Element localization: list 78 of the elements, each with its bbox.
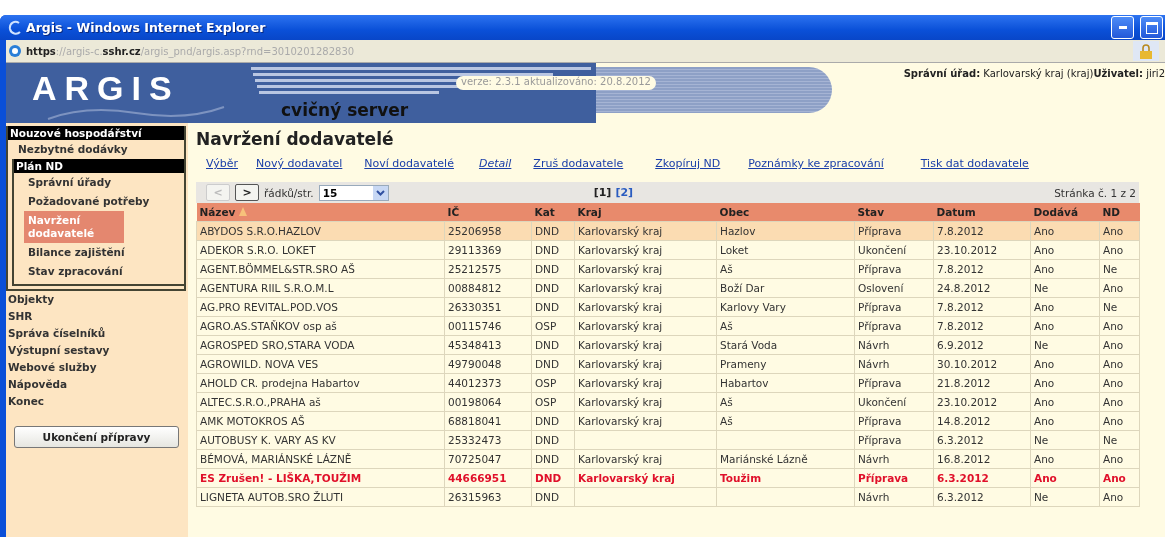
table-row[interactable]: AUTOBUSY K. VARY AS KV 25332473 DND Příprava 6.3.2012 Ne Ne bbox=[196, 430, 1140, 450]
sidebar-item[interactable]: Výstupní sestavy bbox=[6, 342, 188, 359]
sidebar-item[interactable]: Požadované potřeby bbox=[14, 192, 184, 211]
sidebar-header[interactable]: Plán ND bbox=[14, 159, 184, 173]
table-row[interactable]: ALTEC.S.R.O.,PRAHA aš 00198064 OSP Karlovarský kraj Aš Ukončení 23.10.2012 Ano Ano bbox=[196, 392, 1140, 412]
column-header[interactable]: Dodává bbox=[1030, 203, 1100, 222]
rows-per-page-select[interactable]: 15 bbox=[318, 184, 389, 201]
sidebar-item[interactable]: Nezbytné dodávky bbox=[8, 140, 184, 159]
action-link[interactable]: Zruš dodavatele bbox=[533, 157, 624, 170]
column-header[interactable]: Obec bbox=[716, 203, 855, 222]
lock-icon bbox=[1133, 41, 1159, 61]
minimize-icon bbox=[1118, 25, 1127, 30]
page-link[interactable]: [1] bbox=[593, 186, 612, 199]
page-info: Stránka č. 1 z 2 bbox=[1054, 186, 1136, 199]
dropdown-icon bbox=[372, 185, 388, 200]
sidebar-item[interactable]: Bilance zajištění bbox=[14, 243, 184, 262]
table-cell: Karlovarský kraj bbox=[574, 221, 717, 241]
column-header[interactable]: Kraj bbox=[574, 203, 717, 222]
sidebar-item[interactable]: Konec bbox=[6, 393, 188, 410]
column-header[interactable]: Kat bbox=[531, 203, 575, 222]
sort-icon bbox=[239, 207, 248, 216]
table-row[interactable]: LIGNETA AUTOB.SRO ŽLUTI 26315963 DND Návrh 6.3.2012 Ne Ano bbox=[196, 487, 1140, 507]
table-row[interactable]: AGENT.BÖMMEL&STR.SRO AŠ 25212575 DND Karlovarský kraj Aš Příprava 7.8.2012 Ano Ne bbox=[196, 259, 1140, 279]
user-info: Správní úřad: Karlovarský kraj (kraj)Uživatel: jiri2 bbox=[903, 68, 1165, 81]
table-row[interactable]: ES Zrušen! - LIŠKA,TOUŽIM 44666951 DND Karlovarský kraj Toužim Příprava 6.3.2012 Ano Ano bbox=[196, 468, 1140, 488]
rows-per-page-label: řádků/str. bbox=[264, 186, 314, 199]
server-label: cvičný server bbox=[281, 100, 409, 120]
next-page-button[interactable]: > bbox=[235, 184, 259, 201]
table-row[interactable]: AMK MOTOKROS AŠ 68818041 DND Karlovarský kraj Aš Příprava 14.8.2012 Ano Ano bbox=[196, 411, 1140, 431]
sidebar-item[interactable]: Nápověda bbox=[6, 376, 188, 393]
table-row[interactable]: BÉMOVÁ, MARIÁNSKÉ LÁZNĚ 70725047 DND Karlovarský kraj Mariánské Lázně Návrh 16.8.2012 Ano Ano bbox=[196, 449, 1140, 469]
action-link[interactable]: Noví dodavatelé bbox=[364, 157, 454, 170]
page-link[interactable]: [2] bbox=[615, 186, 634, 199]
table-cell: Hazlov bbox=[716, 221, 855, 241]
logo: ARGIS bbox=[32, 69, 180, 108]
browser-logo-icon bbox=[8, 19, 22, 36]
url-text: https://argis-c.sshr.cz/argis_pnd/argis.asp?rnd=3010201282830 bbox=[26, 45, 355, 57]
address-bar[interactable]: https://argis-c.sshr.cz/argis_pnd/argis.asp?rnd=3010201282830 bbox=[6, 40, 1165, 63]
action-link[interactable]: Nový dodavatel bbox=[256, 157, 343, 170]
table-cell: Ano bbox=[1030, 221, 1100, 241]
page-icon bbox=[8, 44, 22, 58]
table-row[interactable]: AGROWILD. NOVA VES 49790048 DND Karlovarský kraj Prameny Návrh 30.10.2012 Ano Ano bbox=[196, 354, 1140, 374]
action-link[interactable]: Poznámky ke zpracování bbox=[748, 157, 884, 170]
sidebar-item[interactable]: Stav zpracování bbox=[14, 262, 184, 281]
column-header[interactable]: ND bbox=[1099, 203, 1140, 222]
table-cell: ABYDOS S.R.O.HAZLOV bbox=[196, 221, 445, 241]
sidebar-item[interactable]: Správní úřady bbox=[14, 173, 184, 192]
table-row[interactable]: ADEKOR S.R.O. LOKET 29113369 DND Karlovarský kraj Loket Ukončení 23.10.2012 Ano Ano bbox=[196, 240, 1140, 260]
version-label: verze: 2.3.1 aktualizováno: 20.8.2012 bbox=[456, 76, 656, 90]
maximize-button[interactable] bbox=[1140, 16, 1163, 39]
column-header[interactable]: IČ bbox=[444, 203, 532, 222]
action-link[interactable]: Zkopíruj ND bbox=[655, 157, 721, 170]
column-header[interactable]: Datum bbox=[933, 203, 1031, 222]
table-cell: 7.8.2012 bbox=[933, 221, 1031, 241]
finish-preparation-button[interactable]: Ukončení přípravy bbox=[14, 426, 179, 448]
sidebar-item[interactable]: Správa číselníků bbox=[6, 325, 188, 342]
table-cell: 25206958 bbox=[444, 221, 532, 241]
table-row[interactable]: ABYDOS S.R.O.HAZLOV 25206958 DND Karlovarský kraj Hazlov Příprava 7.8.2012 Ano Ano bbox=[196, 221, 1140, 241]
column-header[interactable]: Stav bbox=[854, 203, 934, 222]
table-cell: DND bbox=[531, 221, 575, 241]
minimize-button[interactable] bbox=[1111, 16, 1134, 39]
sidebar-item[interactable]: Webové služby bbox=[6, 359, 188, 376]
table-row[interactable]: AGROSPED SRO,STARA VODA 45348413 DND Karlovarský kraj Stará Voda Návrh 6.9.2012 Ne Ano bbox=[196, 335, 1140, 355]
page-title: Navržení dodavatelé bbox=[196, 129, 395, 149]
table-row[interactable]: AGRO.AS.STAŇKOV osp aš 00115746 OSP Karlovarský kraj Aš Příprava 7.8.2012 Ano Ano bbox=[196, 316, 1140, 336]
sidebar-item[interactable]: SHR bbox=[6, 308, 188, 325]
sidebar-header[interactable]: Nouzové hospodářství bbox=[8, 126, 184, 140]
table-row[interactable]: AHOLD CR. prodejna Habartov 44012373 OSP Karlovarský kraj Habartov Příprava 21.8.2012 Ano Ano bbox=[196, 373, 1140, 393]
table-cell: Ano bbox=[1099, 221, 1140, 241]
table-row[interactable]: AG.PRO REVITAL.POD.VOS 26330351 DND Karlovarský kraj Karlovy Vary Příprava 7.8.2012 Ano Ne bbox=[196, 297, 1140, 317]
maximize-icon bbox=[1145, 21, 1158, 34]
column-header[interactable]: Název bbox=[196, 203, 445, 222]
sidebar-item[interactable]: Objekty bbox=[6, 291, 188, 308]
table-cell: Příprava bbox=[854, 221, 934, 241]
window-title: Argis - Windows Internet Explorer bbox=[26, 20, 266, 35]
table-row[interactable]: AGENTURA RIIL S.R.O.M.L 00884812 DND Karlovarský kraj Boží Dar Oslovení 24.8.2012 Ne Ano bbox=[196, 278, 1140, 298]
action-link[interactable]: Výběr bbox=[206, 157, 238, 170]
action-link[interactable]: Tisk dat dodavatele bbox=[920, 157, 1029, 170]
